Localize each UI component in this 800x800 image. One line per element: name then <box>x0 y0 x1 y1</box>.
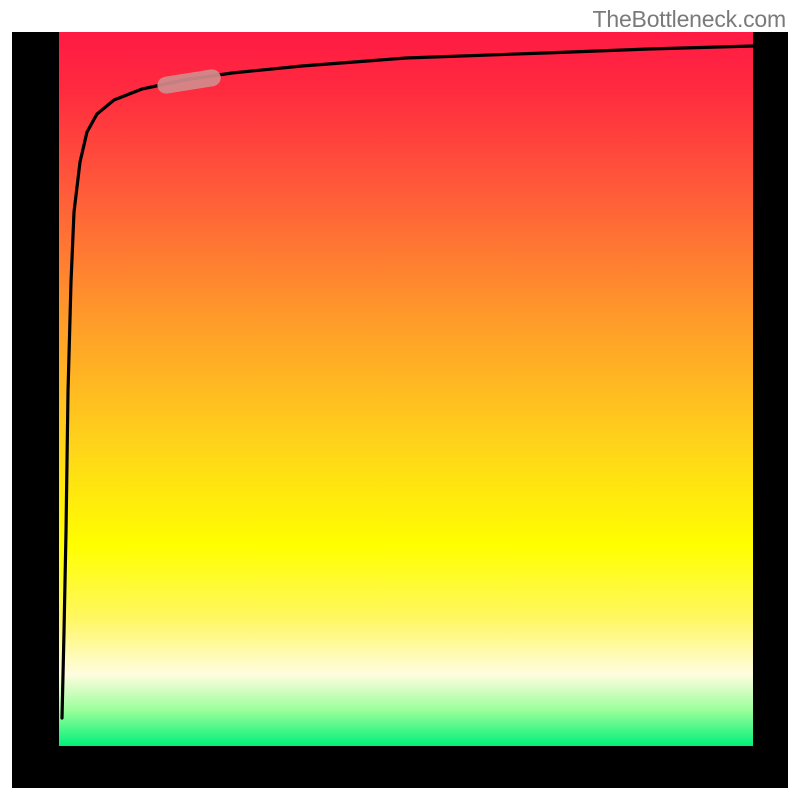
chart-stage: TheBottleneck.com <box>0 0 800 800</box>
watermark-text: TheBottleneck.com <box>593 6 786 33</box>
curve-layer <box>59 32 753 746</box>
pill-marker-icon <box>156 68 222 95</box>
plot-area <box>59 32 753 746</box>
bottleneck-curve <box>62 46 753 718</box>
plot-frame <box>12 32 788 788</box>
